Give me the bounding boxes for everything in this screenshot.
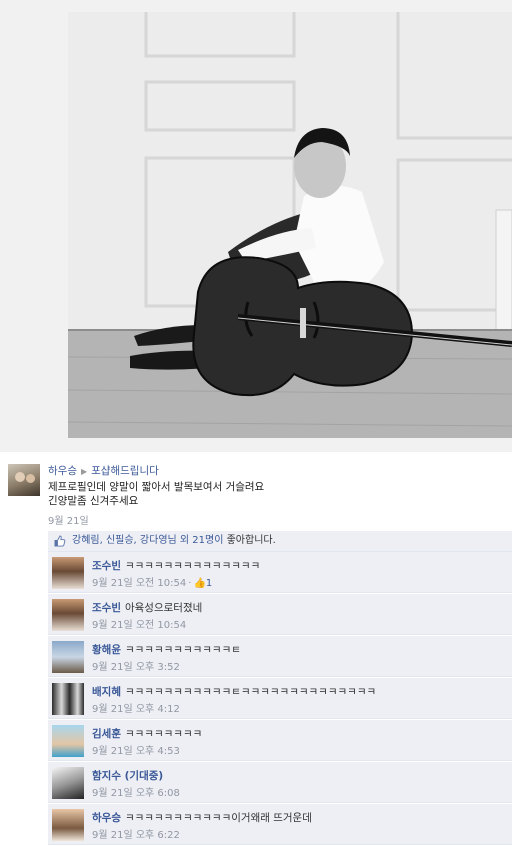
comment-text: 아육성으로터졌네 — [124, 602, 203, 614]
comment-item: 조수빈 ㅋㅋㅋㅋㅋㅋㅋㅋㅋㅋㅋㅋㅋㅋ 9월 21일 오전 10:54 · 👍1 — [48, 552, 512, 593]
comment-item: 김세훈 ㅋㅋㅋㅋㅋㅋㅋㅋ 9월 21일 오후 4:53 — [48, 720, 512, 761]
comment-item: 배지혜 ㅋㅋㅋㅋㅋㅋㅋㅋㅋㅋㅋㅌㅋㅋㅋㅋㅋㅋㅋㅋㅋㅋㅋㅋㅋㅋ 9월 21일 오후 … — [48, 678, 512, 719]
commenter-name[interactable]: 황해윤 — [92, 644, 121, 656]
commenter-name[interactable]: 배지혜 — [92, 686, 121, 698]
comment-text: ㅋㅋㅋㅋㅋㅋㅋㅋ — [124, 728, 203, 740]
commenter-name[interactable]: 하우승 — [92, 812, 121, 824]
thumbs-up-icon: 👍 — [193, 578, 206, 589]
post-text-line: 제프로필인데 양말이 짧아서 발목보여서 거슬려요 — [48, 481, 265, 493]
comment-timestamp[interactable]: 9월 21일 오후 4:53 — [92, 746, 180, 757]
commenter-avatar[interactable] — [52, 809, 84, 841]
author-name[interactable]: 하우승 — [48, 465, 77, 477]
comment-like-count[interactable]: 👍1 — [193, 578, 212, 589]
commenter-avatar[interactable] — [52, 683, 84, 715]
post-timestamp[interactable]: 9월 21일 — [48, 512, 89, 527]
comment-item: 조수빈 아육성으로터졌네 9월 21일 오전 10:54 — [48, 594, 512, 635]
commenter-name[interactable]: 함지수 (기대중) — [92, 770, 163, 782]
comment-timestamp[interactable]: 9월 21일 오전 10:54 — [92, 620, 186, 631]
comment-text: ㅋㅋㅋㅋㅋㅋㅋㅋㅋㅋㅋㅌ — [124, 644, 241, 656]
likes-bar: 강혜림, 신필승, 강다영님 외 21명이 좋아합니다. — [48, 531, 512, 552]
comment-timestamp[interactable]: 9월 21일 오후 6:22 — [92, 830, 180, 841]
author-avatar[interactable] — [8, 464, 40, 496]
commenter-name[interactable]: 조수빈 — [92, 602, 121, 614]
post-text-line: 긴양말좀 신겨주세요 — [48, 495, 139, 507]
comment-item: 황해윤 ㅋㅋㅋㅋㅋㅋㅋㅋㅋㅋㅋㅌ 9월 21일 오후 3:52 — [48, 636, 512, 677]
commenter-avatar[interactable] — [52, 725, 84, 757]
comment-timestamp[interactable]: 9월 21일 오후 4:12 — [92, 704, 180, 715]
arrow-right-icon: ▶ — [80, 467, 88, 476]
comment-timestamp[interactable]: 9월 21일 오후 3:52 — [92, 662, 180, 673]
post-header: 하우승 ▶ 포샵해드립니다 — [48, 465, 159, 478]
comment-text: ㅋㅋㅋㅋㅋㅋㅋㅋㅋㅋㅋ이거왜래 뜨거운데 — [124, 812, 312, 824]
comment-timestamp[interactable]: 9월 21일 오후 6:08 — [92, 788, 180, 799]
commenter-name[interactable]: 조수빈 — [92, 560, 121, 572]
comment-text: ㅋㅋㅋㅋㅋㅋㅋㅋㅋㅋㅋㅌㅋㅋㅋㅋㅋㅋㅋㅋㅋㅋㅋㅋㅋㅋ — [124, 686, 377, 698]
post-text: 제프로필인데 양말이 짧아서 발목보여서 거슬려요 긴양말좀 신겨주세요 — [48, 480, 264, 508]
likers-names[interactable]: 강혜림, 신필승, 강다영님 — [72, 535, 177, 546]
commenter-avatar[interactable] — [52, 557, 84, 589]
likes-suffix: 좋아합니다. — [223, 535, 276, 546]
thumbs-up-icon — [54, 535, 66, 547]
comment-item: 하우승 ㅋㅋㅋㅋㅋㅋㅋㅋㅋㅋㅋ이거왜래 뜨거운데 9월 21일 오후 6:22 — [48, 804, 512, 845]
post-photo[interactable] — [68, 12, 512, 438]
separator: · — [188, 578, 192, 589]
comment-timestamp[interactable]: 9월 21일 오전 10:54 — [92, 578, 186, 589]
photo-area — [0, 0, 512, 452]
commenter-avatar[interactable] — [52, 767, 84, 799]
comment-item: 함지수 (기대중) 9월 21일 오후 6:08 — [48, 762, 512, 803]
likers-others[interactable]: 외 21명이 — [180, 535, 224, 546]
commenter-avatar[interactable] — [52, 599, 84, 631]
post: 하우승 ▶ 포샵해드립니다 제프로필인데 양말이 짧아서 발목보여서 거슬려요 긴양… — [0, 452, 512, 845]
comment-list: 조수빈 ㅋㅋㅋㅋㅋㅋㅋㅋㅋㅋㅋㅋㅋㅋ 9월 21일 오전 10:54 · 👍1 조수빈… — [48, 552, 512, 846]
comment-like-number: 1 — [205, 578, 213, 589]
commenter-avatar[interactable] — [52, 641, 84, 673]
comment-text: ㅋㅋㅋㅋㅋㅋㅋㅋㅋㅋㅋㅋㅋㅋ — [124, 560, 261, 572]
post-target-group[interactable]: 포샵해드립니다 — [91, 465, 159, 477]
commenter-name[interactable]: 김세훈 — [92, 728, 121, 740]
